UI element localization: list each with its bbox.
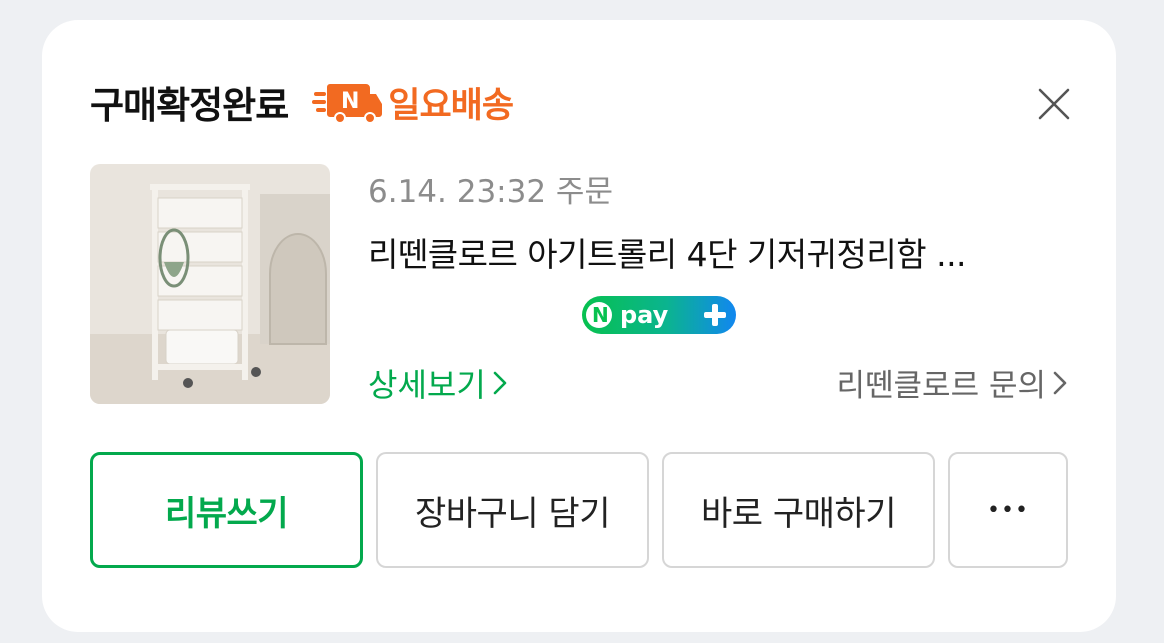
buy-now-button[interactable]: 바로 구매하기 (662, 452, 935, 568)
seller-inquiry-label: 리뗀클로르 문의 (836, 368, 1047, 404)
seller-inquiry-link[interactable]: 리뗀클로르 문의 (837, 360, 1069, 405)
svg-text:N: N (341, 89, 359, 114)
card-header: 구매확정완료 N 일요배송 (90, 72, 514, 132)
action-buttons: 리뷰쓰기 장바구니 담기 바로 구매하기 ••• (90, 452, 1068, 572)
chevron-right-icon (493, 371, 507, 395)
npay-plus-badge: N pay (582, 296, 736, 334)
delivery-truck-icon: N (312, 84, 383, 124)
order-card: 구매확정완료 N 일요배송 6.14. 23:32 주문 리뗀클로르 아기트롤리… (42, 20, 1116, 632)
svg-text:N: N (592, 303, 609, 327)
svg-text:pay: pay (620, 301, 669, 329)
view-details-label: 상세보기 (368, 366, 486, 404)
add-to-cart-button[interactable]: 장바구니 담기 (376, 452, 649, 568)
more-options-button[interactable]: ••• (948, 452, 1068, 568)
more-dots-icon: ••• (987, 497, 1029, 523)
write-review-button[interactable]: 리뷰쓰기 (90, 452, 363, 568)
view-details-link[interactable]: 상세보기 (368, 360, 508, 406)
chevron-right-icon (1053, 371, 1067, 394)
close-icon[interactable] (1034, 84, 1074, 124)
delivery-label: 일요배송 (388, 85, 514, 126)
product-thumbnail[interactable] (90, 164, 330, 404)
order-status-title: 구매확정완료 (90, 84, 289, 127)
product-name[interactable]: 리뗀클로르 아기트롤리 4단 기저귀정리함 ... (368, 228, 1068, 276)
sunday-delivery-badge: N 일요배송 (312, 77, 514, 128)
order-date: 6.14. 23:32 주문 (368, 174, 613, 210)
